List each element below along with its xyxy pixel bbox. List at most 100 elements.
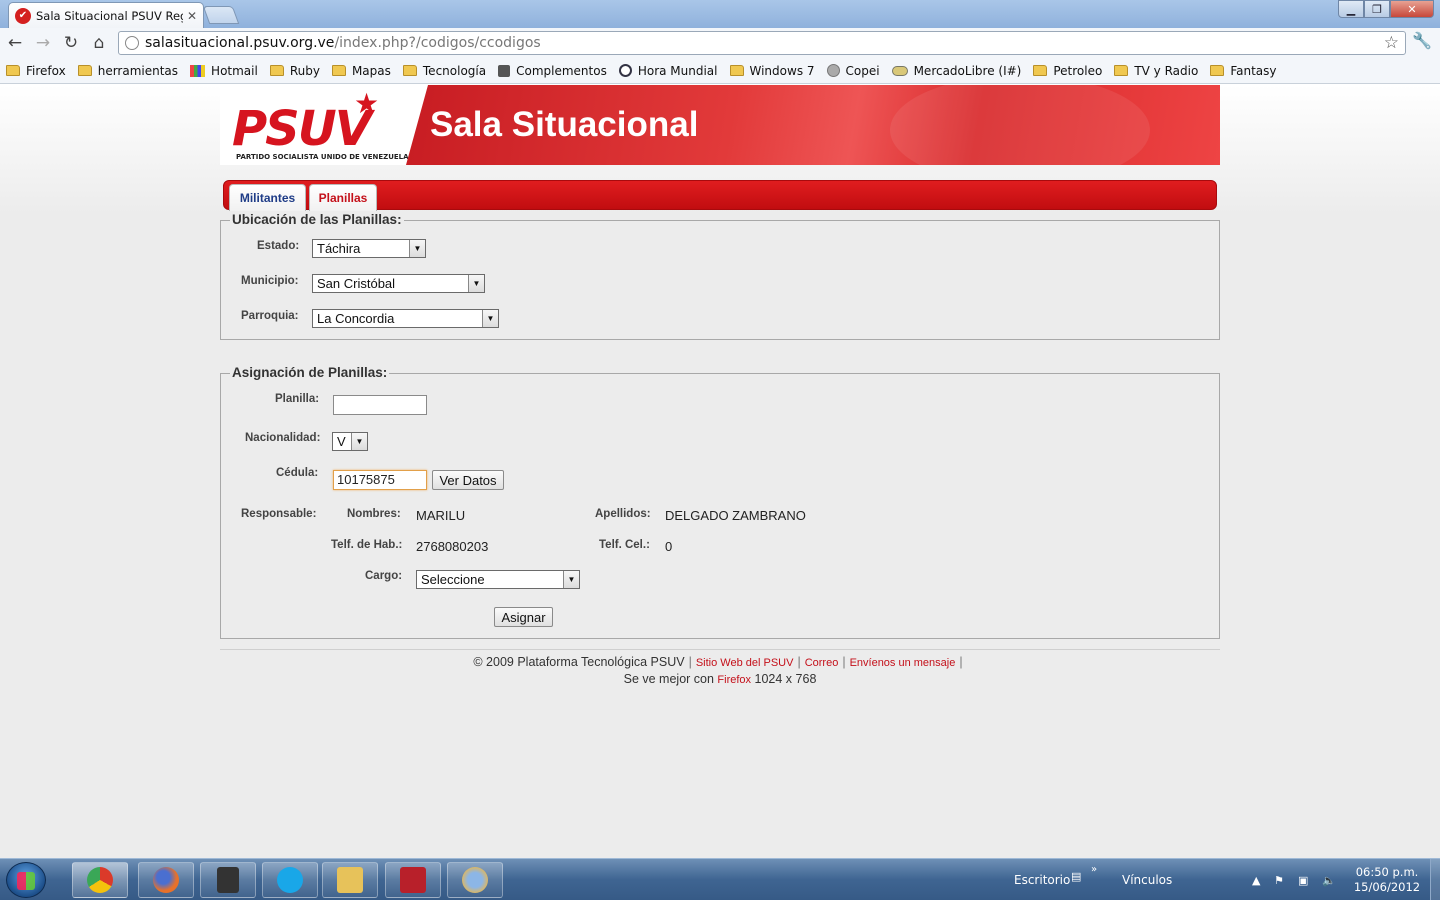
apellidos-label: Apellidos: bbox=[595, 508, 651, 520]
separator: | bbox=[842, 655, 846, 669]
show-hidden-icons-icon[interactable]: ▲ bbox=[1252, 874, 1264, 887]
bookmark-item[interactable]: Copei bbox=[826, 63, 880, 78]
ver-datos-button[interactable]: Ver Datos bbox=[432, 470, 504, 490]
chevron-down-icon: ▼ bbox=[563, 571, 579, 588]
bookmark-star-icon[interactable]: ☆ bbox=[1384, 33, 1399, 53]
municipio-label: Municipio: bbox=[241, 275, 299, 287]
calculator-icon bbox=[217, 867, 239, 893]
wrench-menu-icon[interactable]: 🔧 bbox=[1412, 31, 1432, 50]
close-tab-icon[interactable]: ✕ bbox=[187, 9, 197, 23]
taskbar-skype[interactable] bbox=[262, 862, 318, 898]
parroquia-value: La Concordia bbox=[317, 311, 395, 326]
cargo-value: Seleccione bbox=[421, 572, 485, 587]
clock-date: 15/06/2012 bbox=[1353, 880, 1421, 894]
system-clock[interactable]: 06:50 p.m. 15/06/2012 bbox=[1352, 865, 1422, 895]
back-arrow-icon[interactable]: ← bbox=[4, 32, 26, 54]
cargo-label: Cargo: bbox=[365, 570, 403, 582]
expand-icon[interactable]: » bbox=[1091, 864, 1097, 875]
tab-militantes[interactable]: Militantes bbox=[229, 184, 306, 211]
windows-logo-icon bbox=[17, 872, 35, 890]
maximize-icon[interactable]: ❐ bbox=[1364, 0, 1390, 18]
bookmark-label: Ruby bbox=[289, 63, 320, 78]
bookmark-item[interactable]: Hora Mundial bbox=[618, 64, 718, 78]
clock-icon bbox=[618, 64, 632, 77]
chevron-down-icon: ▼ bbox=[482, 310, 498, 327]
correo-link[interactable]: Correo bbox=[805, 657, 839, 669]
taskbar-calculator[interactable] bbox=[200, 862, 256, 898]
parroquia-select[interactable]: La Concordia ▼ bbox=[312, 309, 499, 328]
tab-planillas[interactable]: Planillas bbox=[309, 184, 377, 211]
estado-select[interactable]: Táchira ▼ bbox=[312, 239, 426, 258]
bookmark-item[interactable]: Hotmail bbox=[190, 64, 258, 78]
puzzle-icon bbox=[498, 64, 511, 77]
globe-icon bbox=[826, 64, 840, 77]
bookmark-label: herramientas bbox=[97, 63, 179, 78]
sitio-web-link[interactable]: Sitio Web del PSUV bbox=[696, 657, 794, 669]
home-icon[interactable]: ⌂ bbox=[88, 32, 110, 54]
windows-taskbar: Escritorio ▤ » Vínculos ▲ ⚑ ▣ 🔈 06:50 p.… bbox=[0, 858, 1440, 900]
flag-icon[interactable]: ⚑ bbox=[1274, 874, 1286, 887]
cargo-select[interactable]: Seleccione ▼ bbox=[416, 570, 580, 589]
estado-value: Táchira bbox=[317, 241, 361, 256]
address-bar[interactable]: salasituacional.psuv.org.ve/index.php?/c… bbox=[118, 31, 1406, 55]
psuv-favicon-icon: ✔ bbox=[15, 7, 31, 24]
bookmark-label: MercadoLibre (I#) bbox=[913, 63, 1022, 78]
desktop-icon[interactable]: ▤ bbox=[1071, 870, 1083, 883]
tab-title: Sala Situacional PSUV Regió bbox=[36, 8, 183, 23]
chevron-down-icon: ▼ bbox=[468, 275, 484, 292]
new-tab-button[interactable] bbox=[202, 6, 240, 24]
bookmark-item[interactable]: Mapas bbox=[331, 64, 391, 78]
volume-icon[interactable]: 🔈 bbox=[1322, 874, 1336, 887]
bookmark-item[interactable]: herramientas bbox=[77, 63, 179, 78]
bookmark-label: Copei bbox=[845, 63, 880, 78]
folder-icon bbox=[337, 867, 363, 893]
taskbar-chrome[interactable] bbox=[72, 862, 128, 898]
bookmark-item[interactable]: Firefox bbox=[6, 64, 66, 78]
minimize-icon[interactable]: ▁ bbox=[1338, 0, 1364, 18]
footer-links: © 2009 Plataforma Tecnológica PSUV | Sitio… bbox=[220, 655, 1220, 669]
cedula-input[interactable]: 10175875 bbox=[333, 470, 427, 490]
chevron-down-icon: ▼ bbox=[409, 240, 425, 257]
escritorio-toolbar[interactable]: Escritorio bbox=[1014, 873, 1070, 887]
folder-icon bbox=[1114, 65, 1129, 76]
bookmark-item[interactable]: TV y Radio bbox=[1114, 64, 1198, 78]
cedula-label: Cédula: bbox=[276, 467, 319, 479]
bookmark-item[interactable]: Windows 7 bbox=[729, 64, 815, 78]
asignar-button[interactable]: Asignar bbox=[494, 607, 553, 627]
window-controls: ▁ ❐ ✕ bbox=[1338, 0, 1434, 18]
reload-icon[interactable]: ↻ bbox=[60, 32, 82, 54]
asignacion-legend: Asignación de Planillas: bbox=[230, 365, 390, 380]
taskbar-explorer[interactable] bbox=[322, 862, 378, 898]
psuv-logo[interactable]: ★ PSUV PARTIDO SOCIALISTA UNIDO DE VENEZ… bbox=[230, 87, 410, 163]
taskbar-firefox[interactable] bbox=[138, 862, 194, 898]
bookmark-item[interactable]: Complementos bbox=[498, 64, 607, 78]
logo-text: PSUV bbox=[232, 101, 372, 157]
bookmark-item[interactable]: MercadoLibre (I#) bbox=[891, 63, 1022, 78]
mensaje-link[interactable]: Envíenos un mensaje bbox=[850, 657, 956, 669]
browser-titlebar: ✔ Sala Situacional PSUV Regió ✕ ▁ ❐ ✕ bbox=[0, 0, 1440, 28]
municipio-select[interactable]: San Cristóbal ▼ bbox=[312, 274, 485, 293]
access-icon bbox=[400, 867, 426, 893]
taskbar-access[interactable] bbox=[385, 862, 441, 898]
bookmark-item[interactable]: Tecnología bbox=[402, 64, 486, 78]
taskbar-paint[interactable] bbox=[447, 862, 503, 898]
bookmark-item[interactable]: Fantasy bbox=[1210, 64, 1277, 78]
nacionalidad-select[interactable]: V ▼ bbox=[332, 432, 368, 451]
show-desktop-button[interactable] bbox=[1430, 859, 1440, 900]
browser-tab[interactable]: ✔ Sala Situacional PSUV Regió ✕ bbox=[8, 2, 204, 28]
firefox-link[interactable]: Firefox bbox=[717, 674, 751, 686]
close-window-icon[interactable]: ✕ bbox=[1390, 0, 1434, 18]
start-button[interactable] bbox=[6, 862, 46, 898]
vinculos-toolbar[interactable]: Vínculos bbox=[1122, 873, 1172, 887]
page-info-icon[interactable] bbox=[125, 36, 139, 50]
bookmark-label: Hotmail bbox=[211, 63, 258, 78]
network-icon[interactable]: ▣ bbox=[1298, 874, 1310, 887]
main-nav: Militantes Planillas bbox=[223, 180, 1217, 211]
folder-icon bbox=[331, 65, 346, 76]
bookmark-item[interactable]: Ruby bbox=[269, 63, 320, 78]
forward-arrow-icon[interactable]: → bbox=[32, 32, 54, 54]
bookmark-item[interactable]: Petroleo bbox=[1033, 64, 1102, 78]
page-content: ★ PSUV PARTIDO SOCIALISTA UNIDO DE VENEZ… bbox=[0, 85, 1440, 858]
planilla-input[interactable] bbox=[333, 395, 427, 415]
handshake-icon bbox=[891, 65, 908, 76]
